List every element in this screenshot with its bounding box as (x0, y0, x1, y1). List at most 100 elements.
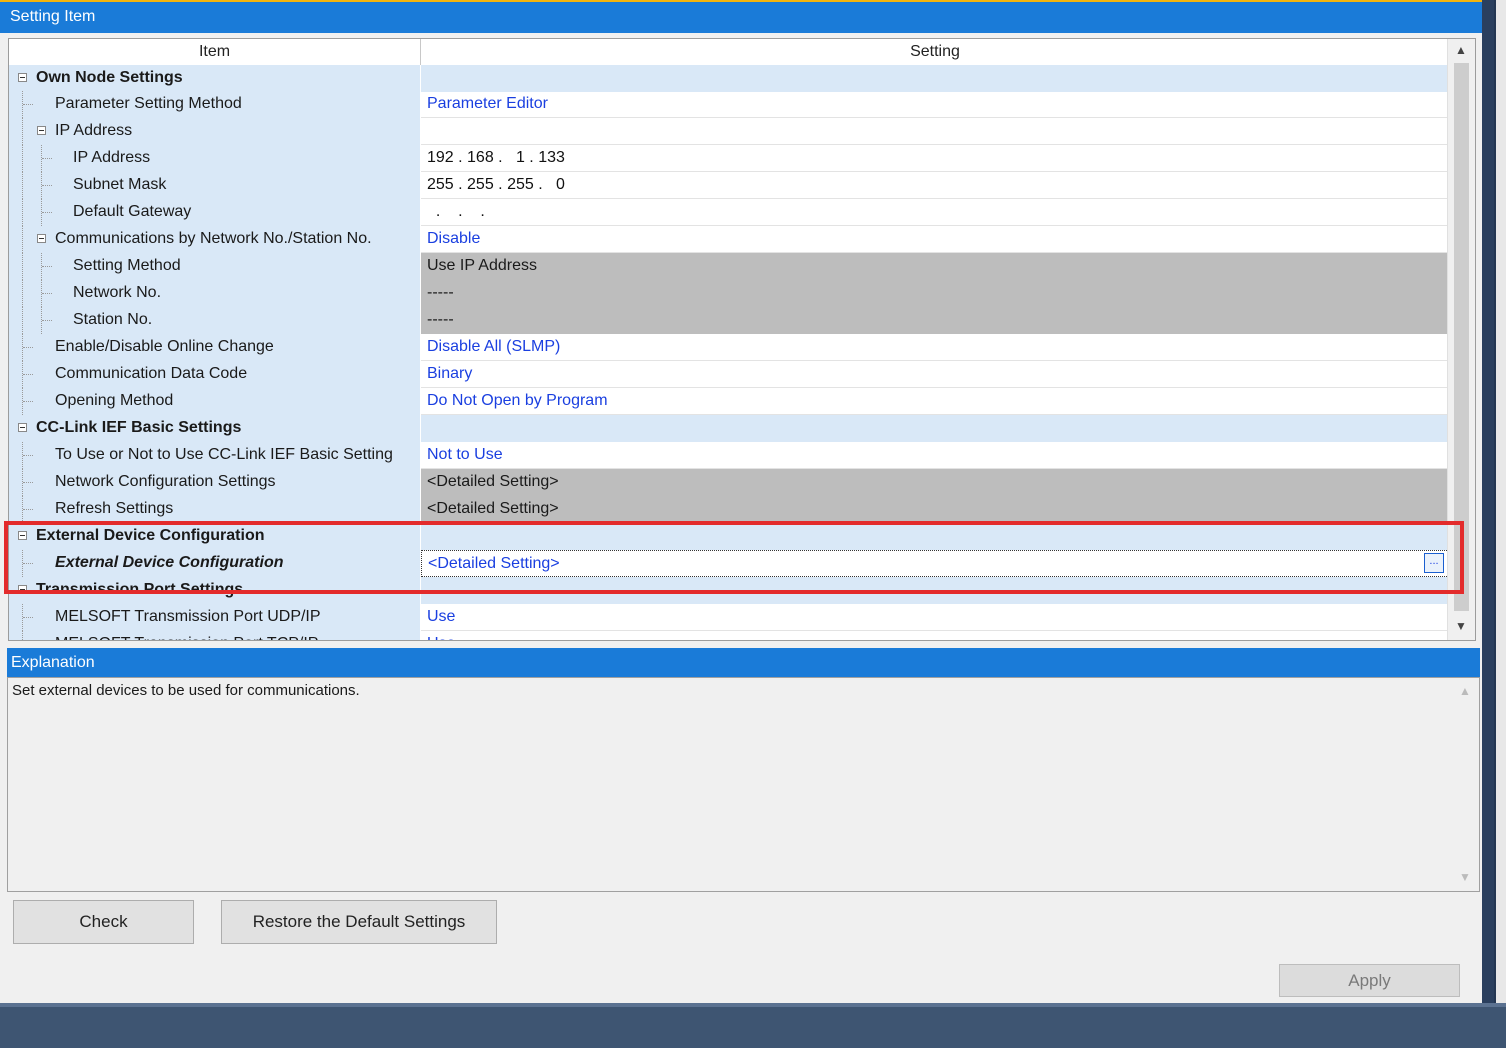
collapse-icon[interactable] (37, 126, 46, 135)
grid-row[interactable]: Parameter Setting Method Parameter Editor (9, 91, 1449, 118)
item-label: Network Configuration Settings (55, 473, 276, 490)
grid-row[interactable]: Station No. ----- (9, 307, 1449, 334)
tree-line (23, 104, 33, 105)
item-cell[interactable]: Opening Method (9, 388, 421, 415)
setting-cell[interactable] (421, 118, 1449, 145)
setting-cell (421, 415, 1449, 442)
setting-cell[interactable]: ----- (421, 307, 1449, 334)
collapse-icon[interactable] (37, 234, 46, 243)
tree-line (22, 226, 23, 253)
grid-row[interactable]: Communication Data Code Binary (9, 361, 1449, 388)
item-cell[interactable]: Communications by Network No./Station No… (9, 226, 421, 253)
grid-header: Item Setting (9, 39, 1449, 66)
setting-cell[interactable]: 192 . 168 . 1 . 133 (421, 145, 1449, 172)
item-cell[interactable]: MELSOFT Transmission Port TCP/IP (9, 631, 421, 640)
item-label: CC-Link IEF Basic Settings (36, 419, 242, 436)
item-cell[interactable]: Subnet Mask (9, 172, 421, 199)
grid-row[interactable]: To Use or Not to Use CC-Link IEF Basic S… (9, 442, 1449, 469)
item-cell[interactable]: Setting Method (9, 253, 421, 280)
column-header-setting[interactable]: Setting (421, 39, 1449, 65)
tree-line (22, 172, 23, 199)
setting-cell[interactable]: Do Not Open by Program (421, 388, 1449, 415)
setting-cell[interactable]: <Detailed Setting> (421, 469, 1449, 496)
item-label: To Use or Not to Use CC-Link IEF Basic S… (55, 446, 393, 463)
setting-cell[interactable]: Binary (421, 361, 1449, 388)
check-button[interactable]: Check (13, 900, 194, 944)
setting-cell[interactable]: . . . (421, 199, 1449, 226)
item-cell[interactable]: Network Configuration Settings (9, 469, 421, 496)
item-cell[interactable]: Own Node Settings (9, 65, 421, 92)
collapse-icon[interactable] (18, 423, 27, 432)
setting-cell[interactable]: Disable (421, 226, 1449, 253)
grid-row[interactable]: Opening Method Do Not Open by Program (9, 388, 1449, 415)
status-bar-edge (0, 1003, 1506, 1007)
tree-line (23, 455, 33, 456)
scroll-down-icon[interactable]: ▼ (1455, 619, 1467, 633)
item-label: Subnet Mask (73, 176, 167, 193)
setting-cell[interactable]: Parameter Editor (421, 91, 1449, 118)
collapse-icon[interactable] (18, 73, 27, 82)
column-header-item[interactable]: Item (9, 39, 421, 65)
item-cell[interactable]: MELSOFT Transmission Port UDP/IP (9, 604, 421, 631)
setting-cell[interactable]: 255 . 255 . 255 . 0 (421, 172, 1449, 199)
item-cell[interactable]: Communication Data Code (9, 361, 421, 388)
grid-row[interactable]: CC-Link IEF Basic Settings (9, 415, 1449, 442)
item-label: Refresh Settings (55, 500, 174, 517)
grid-row[interactable]: Enable/Disable Online Change Disable All … (9, 334, 1449, 361)
item-label: Network No. (73, 284, 162, 301)
setting-cell[interactable]: <Detailed Setting> (421, 496, 1449, 523)
grid-row[interactable]: MELSOFT Transmission Port UDP/IP Use (9, 604, 1449, 631)
tree-line (42, 266, 52, 267)
item-cell[interactable]: IP Address (9, 118, 421, 145)
tree-line (22, 145, 23, 172)
setting-cell[interactable]: ----- (421, 280, 1449, 307)
side-panel-strip (1494, 0, 1506, 1003)
grid-row[interactable]: Network Configuration Settings <Detailed … (9, 469, 1449, 496)
scroll-up-icon[interactable]: ▲ (1459, 684, 1471, 698)
item-cell[interactable]: Parameter Setting Method (9, 91, 421, 118)
setting-cell[interactable]: Use (421, 604, 1449, 631)
item-label: Communications by Network No./Station No… (55, 230, 372, 247)
grid-row[interactable]: Subnet Mask 255 . 255 . 255 . 0 (9, 172, 1449, 199)
item-cell[interactable]: Default Gateway (9, 199, 421, 226)
scroll-down-icon[interactable]: ▼ (1459, 870, 1471, 884)
grid-row[interactable]: Network No. ----- (9, 280, 1449, 307)
grid-row[interactable]: Default Gateway . . . (9, 199, 1449, 226)
setting-value: . . . (427, 203, 485, 220)
setting-value: <Detailed Setting> (427, 473, 559, 490)
apply-button[interactable]: Apply (1279, 964, 1460, 997)
tree-line (23, 509, 33, 510)
scroll-up-icon[interactable]: ▲ (1455, 43, 1467, 57)
setting-value: <Detailed Setting> (427, 500, 559, 517)
tree-line (23, 347, 33, 348)
setting-value: ----- (427, 311, 454, 328)
setting-cell[interactable]: Use IP Address (421, 253, 1449, 280)
item-cell[interactable]: Enable/Disable Online Change (9, 334, 421, 361)
item-cell[interactable]: To Use or Not to Use CC-Link IEF Basic S… (9, 442, 421, 469)
setting-cell[interactable]: Not to Use (421, 442, 1449, 469)
item-label: IP Address (55, 122, 133, 139)
item-label: Default Gateway (73, 203, 192, 220)
grid-row[interactable]: IP Address 192 . 168 . 1 . 133 (9, 145, 1449, 172)
grid-row[interactable]: IP Address (9, 118, 1449, 145)
setting-cell[interactable]: Disable All (SLMP) (421, 334, 1449, 361)
setting-value: 255 . 255 . 255 . 0 (427, 176, 565, 193)
grid-row[interactable]: Setting Method Use IP Address (9, 253, 1449, 280)
item-cell[interactable]: Station No. (9, 307, 421, 334)
restore-default-button[interactable]: Restore the Default Settings (221, 900, 497, 944)
explanation-scrollbar[interactable]: ▲ ▼ (1452, 678, 1479, 891)
grid-row[interactable]: Communications by Network No./Station No… (9, 226, 1449, 253)
setting-cell (421, 65, 1449, 92)
tree-line (42, 320, 52, 321)
setting-value: Disable All (SLMP) (427, 338, 561, 355)
item-label: Station No. (73, 311, 153, 328)
item-cell[interactable]: Refresh Settings (9, 496, 421, 523)
item-cell[interactable]: IP Address (9, 145, 421, 172)
grid-row[interactable]: Own Node Settings (9, 65, 1449, 92)
setting-cell[interactable]: Use (421, 631, 1449, 640)
item-cell[interactable]: Network No. (9, 280, 421, 307)
grid-row[interactable]: MELSOFT Transmission Port TCP/IP Use (9, 631, 1449, 640)
item-cell[interactable]: CC-Link IEF Basic Settings (9, 415, 421, 442)
grid-row[interactable]: Refresh Settings <Detailed Setting> (9, 496, 1449, 523)
tree-line (22, 118, 23, 145)
